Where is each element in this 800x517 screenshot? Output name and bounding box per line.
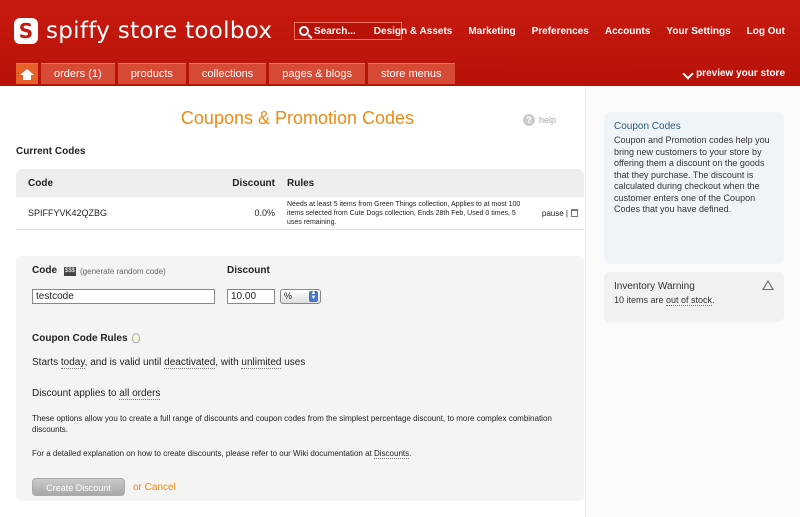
tab-products[interactable]: products <box>117 63 186 84</box>
info-text: Coupon and Promotion codes help you brin… <box>614 135 770 214</box>
cancel-link[interactable]: or Cancel <box>133 482 176 493</box>
nav-marketing[interactable]: Marketing <box>468 26 515 37</box>
coupon-info-box: Coupon Codes Coupon and Promotion codes … <box>604 112 784 264</box>
rules-sentence: Starts today, and is valid until deactiv… <box>32 357 306 369</box>
nav-accounts[interactable]: Accounts <box>605 26 651 37</box>
code-field[interactable]: testcode <box>32 289 215 304</box>
nav-your-settings[interactable]: Your Settings <box>666 26 730 37</box>
nav-preferences[interactable]: Preferences <box>532 26 589 37</box>
current-codes-label: Current Codes <box>16 146 86 157</box>
nav-log-out[interactable]: Log Out <box>747 26 785 37</box>
brand-name: spiffy store toolbox <box>46 18 273 44</box>
page-title: Coupons & Promotion Codes <box>180 108 415 128</box>
rules-text: Starts <box>32 357 61 368</box>
discounts-wiki-link[interactable]: Discounts <box>373 449 410 459</box>
preview-store-link[interactable]: preview your store <box>682 67 785 80</box>
discount-label: Discount <box>227 265 270 276</box>
new-coupon-form: Code $$$ (generate random code) Discount… <box>16 256 584 501</box>
row-rules: Needs at least 5 items from Green Things… <box>287 200 521 226</box>
applies-to-link[interactable]: all orders <box>119 388 161 400</box>
header-discount: Discount <box>232 177 275 189</box>
tab-bar: orders (1) products collections pages & … <box>16 63 458 84</box>
header: S spiffy store toolbox Search... Design … <box>0 0 800 86</box>
generate-icon[interactable]: $$$ <box>64 267 76 276</box>
codes-table: Code Discount Rules SPIFFYVK42QZBG 0.0% … <box>16 169 584 230</box>
rules-text: , and is valid until <box>84 357 165 368</box>
help-link[interactable]: ? help <box>523 114 556 126</box>
main-content: Coupons & Promotion Codes ? help Current… <box>0 86 585 517</box>
pause-link[interactable]: pause | <box>542 209 568 218</box>
select-arrows-icon: ▲ ▼ <box>309 290 318 302</box>
trash-icon[interactable] <box>571 209 578 217</box>
wiki-suffix: . <box>409 449 412 458</box>
sidebar: Coupon Codes Coupon and Promotion codes … <box>585 86 800 517</box>
row-discount: 0.0% <box>254 208 275 218</box>
preview-label: preview your store <box>696 68 785 79</box>
discount-field[interactable]: 10.00 <box>227 289 275 304</box>
info-title: Coupon Codes <box>614 121 681 132</box>
start-date-link[interactable]: today <box>60 357 85 369</box>
tab-pages-blogs[interactable]: pages & blogs <box>269 63 365 84</box>
uses-link[interactable]: unlimited <box>241 357 282 369</box>
code-label: Code <box>32 265 57 276</box>
rules-text: , with <box>215 357 242 368</box>
out-of-stock-link[interactable]: out of stock <box>666 295 713 306</box>
create-discount-button[interactable]: Create Discount <box>32 478 125 496</box>
warning-prefix: 10 items are <box>614 295 667 305</box>
applies-text: Discount applies to <box>32 388 120 399</box>
row-code: SPIFFYVK42QZBG <box>28 208 108 218</box>
warning-suffix: . <box>712 295 715 305</box>
description-text: These options allow you to create a full… <box>32 414 552 434</box>
logo-icon: S <box>14 18 38 44</box>
header-rules: Rules <box>287 177 315 189</box>
help-label: help <box>539 115 557 125</box>
preview-icon <box>682 67 694 80</box>
generate-random-link[interactable]: (generate random code) <box>80 267 166 276</box>
search-placeholder: Search... <box>314 25 356 37</box>
rules-text: uses <box>281 357 306 368</box>
discount-unit-select[interactable]: % ▲ ▼ <box>280 289 321 304</box>
inventory-warning-box: Inventory Warning 10 items are out of st… <box>604 272 784 322</box>
help-icon: ? <box>523 114 535 126</box>
wiki-prefix: For a detailed explanation on how to cre… <box>32 449 374 458</box>
unit-value: % <box>284 291 293 301</box>
tab-collections[interactable]: collections <box>188 63 267 84</box>
tab-home[interactable] <box>16 63 38 84</box>
header-code: Code <box>28 177 53 189</box>
rules-title: Coupon Code Rules <box>32 333 128 344</box>
table-row: SPIFFYVK42QZBG 0.0% Needs at least 5 ite… <box>16 197 584 230</box>
search-icon <box>299 26 309 36</box>
nav-design-assets[interactable]: Design & Assets <box>374 26 453 37</box>
lightbulb-icon[interactable] <box>132 333 140 343</box>
top-nav: Design & Assets Marketing Preferences Ac… <box>358 26 785 37</box>
warning-icon <box>762 280 774 290</box>
tab-orders[interactable]: orders (1) <box>41 63 115 84</box>
applies-sentence: Discount applies to all orders <box>32 388 161 400</box>
warning-text: 10 items are out of stock. <box>614 295 774 307</box>
logo[interactable]: S spiffy store toolbox <box>14 18 272 44</box>
end-date-link[interactable]: deactivated <box>164 357 216 369</box>
home-icon <box>20 69 34 80</box>
wiki-text: For a detailed explanation on how to cre… <box>32 448 562 459</box>
warning-title: Inventory Warning <box>614 281 695 292</box>
table-header: Code Discount Rules <box>16 169 584 197</box>
tab-store-menus[interactable]: store menus <box>367 63 455 84</box>
